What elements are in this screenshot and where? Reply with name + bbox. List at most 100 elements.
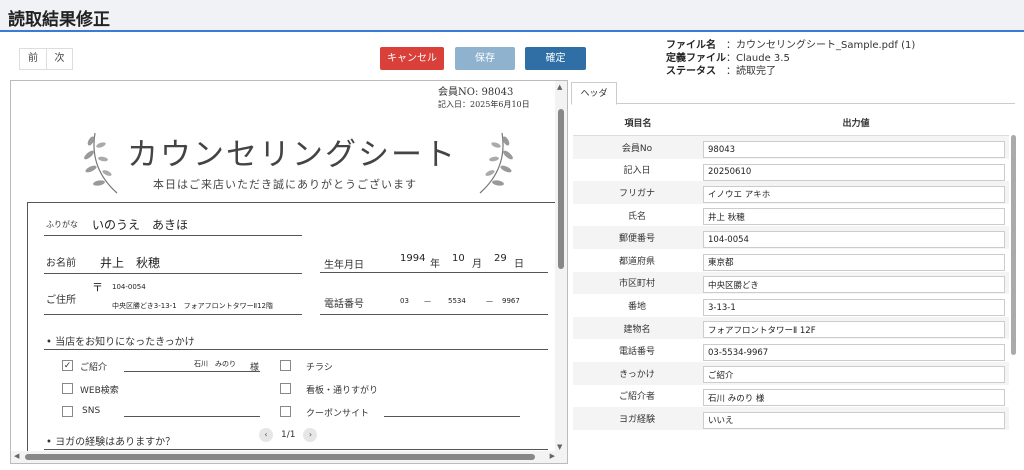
field-value-cell (701, 227, 1009, 249)
field-value-input[interactable] (703, 366, 1005, 384)
field-value-input[interactable] (703, 321, 1005, 339)
field-name: 番地 (627, 301, 646, 312)
prev-page-button[interactable]: ‹ (259, 428, 273, 442)
divider (124, 416, 260, 417)
signboard-checkbox[interactable] (280, 383, 291, 394)
web-option: WEB検索 (80, 386, 119, 396)
member-info: 会員NO: 98043 記入日：2025年6月10日 (438, 87, 530, 111)
coupon-option: クーポンサイト (306, 409, 370, 419)
furigana-value: いのうえ あきほ (92, 218, 189, 232)
field-name: フリガナ (618, 188, 655, 199)
field-value-input[interactable] (703, 276, 1005, 294)
web-checkbox[interactable] (62, 383, 73, 394)
field-value-cell (701, 408, 1009, 429)
field-name: 会員No (621, 143, 653, 154)
field-value-cell (701, 182, 1009, 203)
field-name: 建物名 (623, 324, 651, 335)
table-row: 記入日 (573, 159, 1009, 182)
coupon-checkbox[interactable] (280, 406, 291, 417)
birth-year: 1994 (400, 253, 426, 264)
horizontal-scrollbar[interactable]: ◀ ▶ (11, 451, 567, 463)
referrer-name: 石川 みのり (194, 360, 236, 368)
divider (124, 371, 260, 372)
field-value-input[interactable] (703, 344, 1005, 362)
scroll-right-icon[interactable]: ▶ (550, 452, 555, 460)
field-name: 市区町村 (618, 279, 655, 290)
name-value: 井上 秋穂 (100, 256, 161, 270)
scroll-down-icon[interactable]: ▼ (557, 443, 562, 451)
field-value-input[interactable] (703, 253, 1005, 271)
field-value-input[interactable] (703, 389, 1005, 407)
scroll-thumb[interactable] (25, 454, 535, 460)
address-label: ご住所 (46, 295, 76, 306)
document-page: 会員NO: 98043 記入日：2025年6月10日 カウンセリングシート 本日… (11, 81, 557, 453)
table-body: 会員No 記入日フリガナ氏名郵便番号都道府県市区町村番地建物名電話番号きっかけご紹… (573, 136, 1009, 430)
table-row: ヨガ経験 (573, 407, 1009, 430)
left-laurel-icon (84, 132, 118, 194)
field-name: 電話番号 (618, 347, 655, 358)
phone-part-3: 9967 (502, 297, 520, 305)
field-value-input[interactable] (703, 163, 1005, 181)
next-page-button[interactable]: › (303, 428, 318, 442)
phone-dash: — (486, 297, 493, 305)
document-title: カウンセリングシート (127, 137, 457, 173)
furigana-label: ふりがな (46, 220, 78, 229)
field-value-cell (701, 137, 1009, 159)
cancel-button[interactable]: キャンセル (380, 47, 444, 70)
page-pager: ‹ 1/1 › (259, 428, 318, 442)
question-yoga: • ヨガの経験はありますか？ (46, 437, 176, 448)
file-info-row: ステータス ：読取完了 (666, 65, 915, 78)
birth-day: 29 (494, 253, 507, 264)
document-viewer[interactable]: 会員NO: 98043 記入日：2025年6月10日 カウンセリングシート 本日… (10, 80, 568, 464)
birth-month: 10 (452, 253, 465, 264)
next-record-button[interactable]: 次 (46, 49, 72, 69)
field-value-input[interactable] (703, 141, 1005, 159)
prev-record-button[interactable]: 前 (20, 49, 46, 69)
birth-month-unit: 月 (472, 259, 482, 270)
result-table: 項目名 出力値 会員No 記入日フリガナ氏名郵便番号都道府県市区町村番地建物名電話… (573, 112, 1009, 430)
field-value-input[interactable] (703, 411, 1005, 429)
flyer-option: チラシ (306, 363, 333, 373)
table-row: 電話番号 (573, 339, 1009, 362)
document-subtitle: 本日はご来店いただき誠にありがとうございます (153, 178, 417, 191)
divider (44, 314, 302, 315)
definition-key: 定義ファイル (666, 53, 726, 64)
question-source: • 当店をお知りになったきっかけ (46, 337, 195, 348)
divider (320, 272, 548, 273)
file-name-key: ファイル名 (666, 40, 716, 51)
table-row: 会員No (573, 136, 1009, 159)
scroll-up-icon[interactable]: ▲ (557, 83, 562, 91)
flyer-checkbox[interactable] (280, 360, 291, 371)
field-value-input[interactable] (703, 231, 1005, 249)
confirm-button[interactable]: 確定 (525, 47, 586, 70)
divider (320, 314, 548, 315)
field-value-cell (701, 386, 1009, 407)
referral-option: ご紹介 (80, 363, 108, 373)
field-value-cell (701, 273, 1009, 294)
field-value-cell (701, 159, 1009, 181)
file-info-row: 定義ファイル ：Claude 3.5 (666, 52, 915, 65)
referral-checkbox[interactable]: ✓ (62, 360, 73, 371)
title-bar: 読取結果修正 (0, 0, 1024, 32)
scroll-left-icon[interactable]: ◀ (14, 452, 19, 460)
divider (384, 416, 520, 417)
table-row: 都道府県 (573, 249, 1009, 272)
field-value-input[interactable] (703, 208, 1005, 226)
table-row: 郵便番号 (573, 226, 1009, 249)
table-scroll-thumb[interactable] (1011, 135, 1016, 355)
birth-day-unit: 日 (514, 259, 524, 270)
birth-label: 生年月日 (324, 260, 364, 271)
vertical-scrollbar[interactable]: ▲ ▼ (555, 81, 567, 453)
table-row: 番地 (573, 294, 1009, 317)
field-value-input[interactable] (703, 185, 1005, 203)
tab-header[interactable]: ヘッダ (571, 82, 617, 105)
field-value-input[interactable] (703, 299, 1005, 317)
member-number: 会員NO: 98043 (438, 87, 514, 98)
field-name: ご紹介者 (618, 392, 655, 403)
scroll-thumb[interactable] (558, 109, 564, 269)
field-name: きっかけ (619, 369, 655, 380)
sns-checkbox[interactable] (62, 406, 73, 417)
form-area: ふりがな いのうえ あきほ お名前 井上 秋穂 生年月日 1994 年 10 月… (27, 202, 557, 453)
save-button[interactable]: 保存 (455, 47, 515, 70)
file-info: ファイル名 ：カウンセリングシート_Sample.pdf (1) 定義ファイル … (666, 39, 915, 78)
